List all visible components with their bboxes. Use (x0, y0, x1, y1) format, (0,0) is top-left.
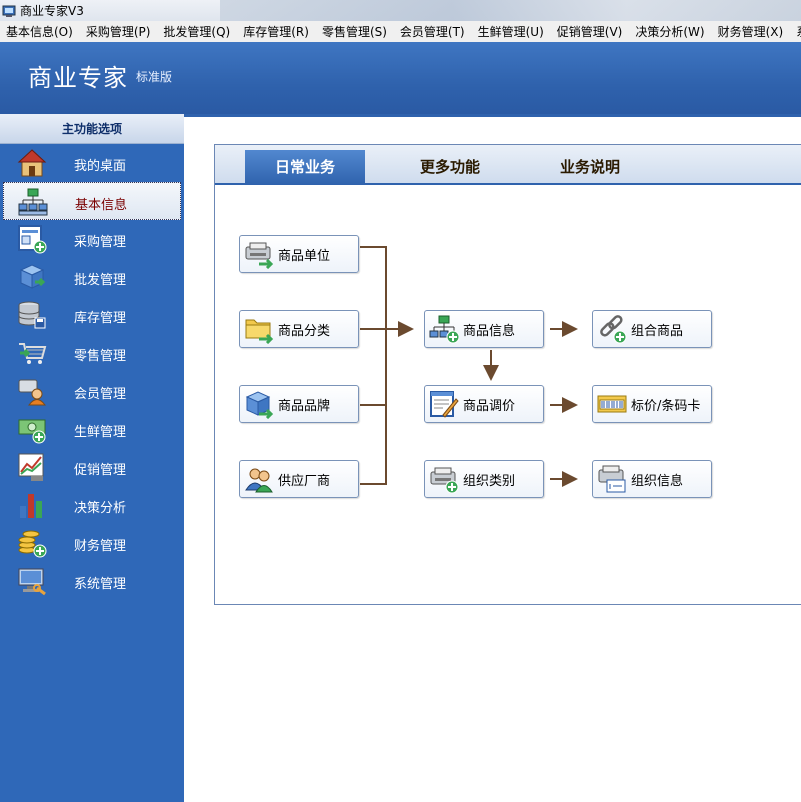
form-edit-icon (430, 391, 459, 418)
node-label: 商品品牌 (278, 398, 331, 414)
sidebar-item-finance[interactable]: 财务管理 (0, 524, 184, 562)
sidebar-item-retail[interactable]: 零售管理 (0, 334, 184, 372)
node-label: 商品分类 (278, 323, 331, 339)
node-label: 组织信息 (631, 473, 684, 489)
sidebar-item-desktop[interactable]: 我的桌面 (0, 144, 184, 182)
blurred-region (220, 0, 801, 21)
cash-icon (18, 419, 46, 444)
org-tree-add-icon (429, 315, 459, 344)
node-product-category[interactable]: 商品分类 (239, 310, 359, 348)
house-icon (17, 149, 47, 177)
sidebar-item-inventory[interactable]: 库存管理 (0, 296, 184, 334)
sidebar: 主功能选项 我的桌面 基本信息 采购管理 批发管理 库存管理 零售管理 会员管理… (0, 114, 184, 802)
menu-member[interactable]: 会员管理(T) (394, 23, 472, 40)
purchase-form-icon (18, 225, 47, 254)
sidebar-item-wholesale[interactable]: 批发管理 (0, 258, 184, 296)
printer-add-icon (430, 467, 459, 494)
printer-arrow-icon (245, 242, 274, 269)
node-label: 组合商品 (631, 323, 684, 339)
node-label: 商品调价 (463, 398, 516, 414)
chain-link-add-icon (600, 315, 627, 344)
node-combo-product[interactable]: 组合商品 (592, 310, 712, 348)
sidebar-item-label: 生鲜管理 (74, 425, 127, 440)
sidebar-item-analysis[interactable]: 决策分析 (0, 486, 184, 524)
sidebar-item-purchase[interactable]: 采购管理 (0, 220, 184, 258)
sidebar-item-system[interactable]: 系统管理 (0, 562, 184, 600)
menu-inventory[interactable]: 库存管理(R) (237, 23, 316, 40)
wholesale-box-icon (19, 264, 46, 289)
workflow-panel: 日常业务 更多功能 业务说明 商品单位 商品分类 商品品牌 供应厂商 商品信息 … (214, 144, 801, 605)
menu-finance[interactable]: 财务管理(X) (712, 23, 791, 40)
app-icon (2, 5, 16, 17)
node-label: 供应厂商 (278, 473, 331, 489)
folder-arrow-icon (245, 319, 274, 344)
menu-promotion[interactable]: 促销管理(V) (551, 23, 630, 40)
title-bar: 商业专家V3 (0, 0, 801, 21)
sidebar-item-label: 库存管理 (74, 311, 127, 326)
coins-icon (18, 530, 47, 558)
barcode-card-icon (597, 395, 627, 413)
node-supplier[interactable]: 供应厂商 (239, 460, 359, 498)
node-label: 商品单位 (278, 248, 331, 264)
menu-purchase[interactable]: 采购管理(P) (80, 23, 158, 40)
menu-wholesale[interactable]: 批发管理(Q) (157, 23, 237, 40)
menu-fresh[interactable]: 生鲜管理(U) (472, 23, 551, 40)
node-org-info[interactable]: 组织信息 (592, 460, 712, 498)
database-icon (18, 301, 46, 329)
flow-connectors (360, 246, 578, 487)
node-product-brand[interactable]: 商品品牌 (239, 385, 359, 423)
node-label: 组织类别 (463, 473, 516, 489)
promotion-chart-icon (18, 453, 44, 481)
menu-system-truncated[interactable]: 系 (790, 23, 801, 40)
sidebar-item-label: 财务管理 (74, 539, 127, 554)
header-banner: 商业专家 标准版 (0, 42, 801, 114)
sidebar-item-label: 促销管理 (74, 463, 127, 478)
sidebar-item-label: 基本信息 (75, 198, 128, 213)
sidebar-item-promotion[interactable]: 促销管理 (0, 448, 184, 486)
node-label: 标价/条码卡 (631, 398, 701, 414)
node-product-unit[interactable]: 商品单位 (239, 235, 359, 273)
node-org-category[interactable]: 组织类别 (424, 460, 544, 498)
node-label: 商品信息 (463, 323, 516, 339)
sidebar-item-label: 决策分析 (74, 501, 127, 516)
sidebar-title: 主功能选项 (0, 114, 184, 144)
main-content: 日常业务 更多功能 业务说明 商品单位 商品分类 商品品牌 供应厂商 商品信息 … (184, 114, 801, 802)
menu-analysis[interactable]: 决策分析(W) (629, 23, 711, 40)
sidebar-item-member[interactable]: 会员管理 (0, 372, 184, 410)
box-arrow-icon (245, 391, 274, 419)
sidebar-item-label: 会员管理 (74, 387, 127, 402)
menu-bar: 基本信息(O) 采购管理(P) 批发管理(Q) 库存管理(R) 零售管理(S) … (0, 21, 801, 42)
node-price-adjust[interactable]: 商品调价 (424, 385, 544, 423)
node-product-info[interactable]: 商品信息 (424, 310, 544, 348)
org-tree-icon (18, 188, 48, 216)
sidebar-item-label: 我的桌面 (74, 159, 127, 174)
brand-title: 商业专家 (28, 64, 128, 92)
window-title: 商业专家V3 (20, 4, 84, 18)
content-top-strip (184, 114, 801, 117)
shopping-cart-icon (19, 343, 47, 364)
users-icon (245, 468, 273, 493)
sidebar-item-label: 采购管理 (74, 235, 127, 250)
bar-chart-icon (20, 494, 42, 518)
sidebar-item-label: 系统管理 (74, 577, 127, 592)
edition-label: 标准版 (136, 70, 173, 84)
computer-settings-icon (18, 568, 46, 596)
sidebar-item-basic-info[interactable]: 基本信息 (3, 182, 181, 220)
printer-form-icon (598, 465, 626, 493)
node-price-label-card[interactable]: 标价/条码卡 (592, 385, 712, 423)
member-card-icon (18, 379, 46, 406)
menu-basic-info[interactable]: 基本信息(O) (0, 23, 80, 40)
menu-retail[interactable]: 零售管理(S) (316, 23, 394, 40)
sidebar-item-fresh[interactable]: 生鲜管理 (0, 410, 184, 448)
sidebar-item-label: 零售管理 (74, 349, 127, 364)
sidebar-item-label: 批发管理 (74, 273, 127, 288)
